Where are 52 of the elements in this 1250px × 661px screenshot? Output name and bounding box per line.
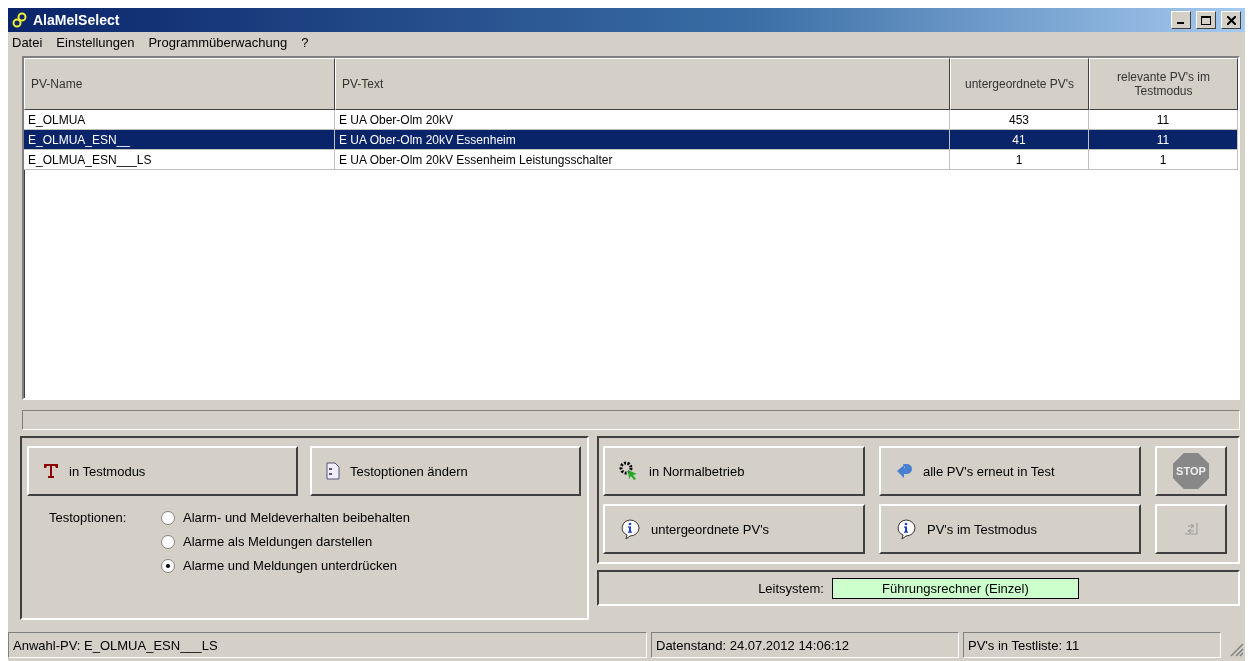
maximize-icon: [1201, 15, 1211, 25]
status-field: Datenstand: 24.07.2012 14:06:12: [651, 632, 959, 658]
menu-item[interactable]: ?: [301, 34, 309, 50]
close-button[interactable]: [1221, 11, 1241, 29]
gears-icon: [12, 12, 28, 28]
test-mode-button[interactable]: in Testmodus: [27, 446, 298, 496]
menu-item[interactable]: Einstellungen: [56, 34, 135, 50]
leitsystem-value: Führungsrechner (Einzel): [831, 577, 1079, 599]
options-button[interactable]: Testoptionen ändern: [310, 446, 581, 496]
swap-arrows-icon: [1182, 521, 1200, 537]
table-cell[interactable]: E_OLMUA_ESN___LS: [24, 150, 335, 170]
radio-button[interactable]: [161, 558, 175, 573]
window-title: AlaMelSelect: [33, 12, 121, 28]
info-icon: [895, 518, 917, 540]
action-button[interactable]: untergeordnete PV's: [603, 504, 865, 554]
gear-cursor-icon: [619, 461, 639, 481]
table-cell[interactable]: E UA Ober-Olm 20kV Essenheim: [335, 130, 950, 150]
action-button[interactable]: alle PV's erneut in Test: [879, 446, 1141, 496]
table-cell[interactable]: E_OLMUA: [24, 110, 335, 130]
table-cell[interactable]: 41: [950, 130, 1089, 150]
radio-option[interactable]: Alarme als Meldungen darstellen: [161, 534, 410, 549]
letter-t-icon: [43, 463, 59, 479]
options-label: Testoptionen:: [49, 510, 128, 527]
minimize-button[interactable]: [1171, 11, 1191, 29]
return-arrow-icon: [895, 462, 913, 480]
radio-option[interactable]: Alarm- und Meldeverhalten beibehalten: [161, 510, 410, 525]
menu-item[interactable]: Programmüberwachung: [148, 34, 288, 50]
table-cell[interactable]: 1: [1089, 150, 1238, 170]
status-field: PV's in Testliste: 11: [963, 632, 1221, 658]
table-cell[interactable]: 11: [1089, 130, 1238, 150]
column-header[interactable]: PV-Text: [335, 58, 950, 110]
action-button[interactable]: in Normalbetrieb: [603, 446, 865, 496]
table-cell[interactable]: E UA Ober-Olm 20kV: [335, 110, 950, 130]
document-icon: [326, 462, 340, 480]
maximize-button[interactable]: [1196, 11, 1216, 29]
table-cell[interactable]: 11: [1089, 110, 1238, 130]
column-header[interactable]: untergeordnete PV's: [950, 58, 1089, 110]
close-icon: [1226, 15, 1236, 25]
menu-item[interactable]: Datei: [12, 34, 43, 50]
leitsystem-label: Leitsystem:: [758, 580, 824, 596]
radio-button[interactable]: [161, 510, 175, 525]
table-cell[interactable]: E_OLMUA_ESN__: [24, 130, 335, 150]
table-cell[interactable]: 453: [950, 110, 1089, 130]
action-button[interactable]: PV's im Testmodus: [879, 504, 1141, 554]
table-cell[interactable]: 1: [950, 150, 1089, 170]
status-field: Anwahl-PV: E_OLMUA_ESN___LS: [8, 632, 647, 658]
radio-option[interactable]: Alarme und Meldungen unterdrücken: [161, 558, 410, 573]
column-header[interactable]: PV-Name: [24, 58, 335, 110]
column-header[interactable]: relevante PV's im Testmodus: [1089, 58, 1238, 110]
info-icon: [619, 518, 641, 540]
table-cell[interactable]: E UA Ober-Olm 20kV Essenheim Leistungsschalter: [335, 150, 950, 170]
radio-button[interactable]: [161, 534, 175, 549]
